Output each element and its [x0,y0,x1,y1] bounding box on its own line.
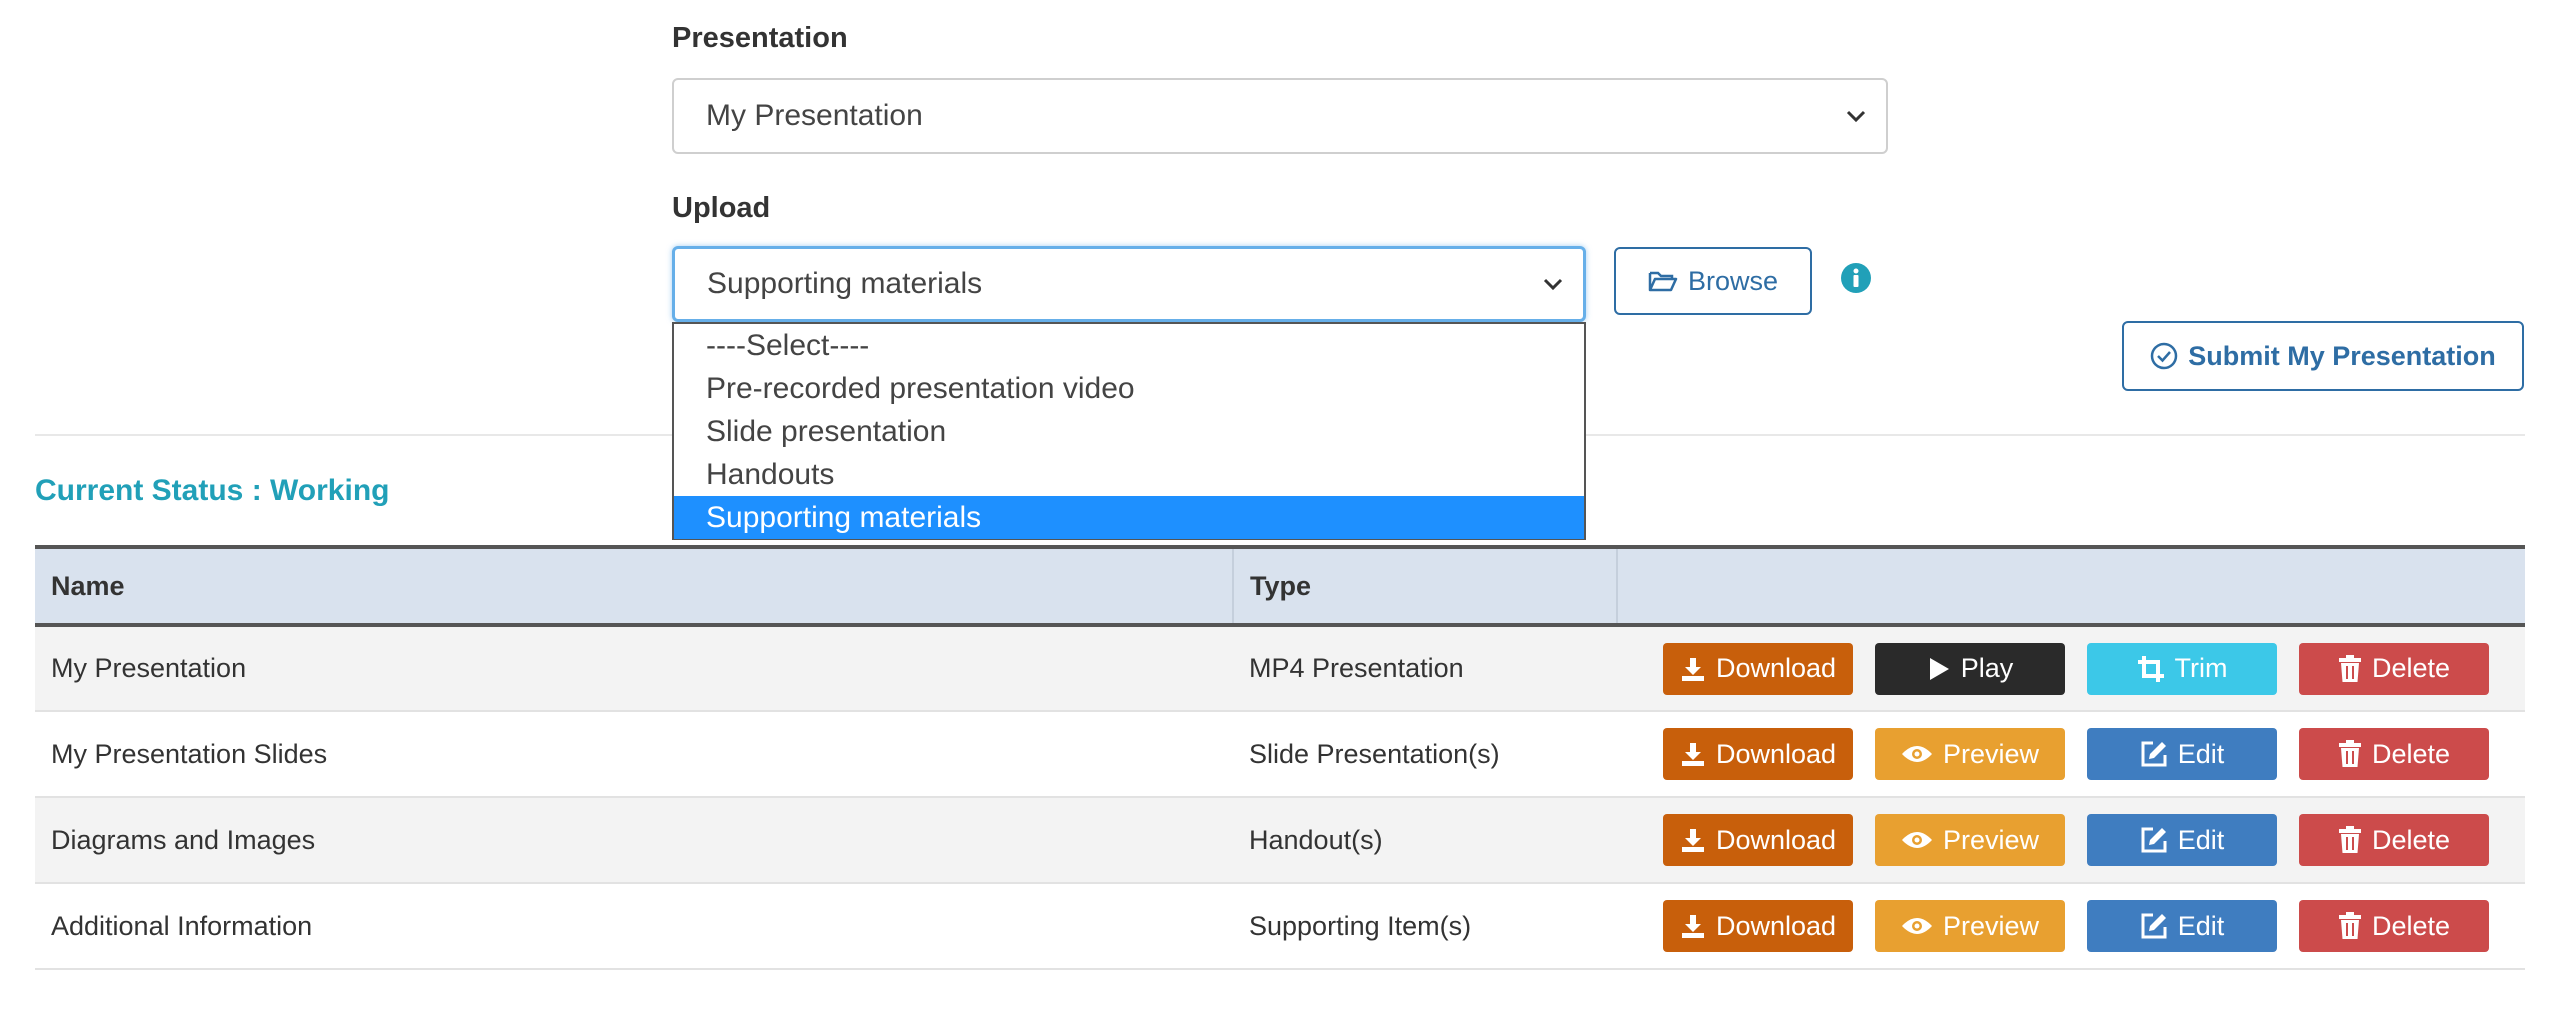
column-header-type: Type [1232,545,1617,627]
chevron-down-icon [1846,110,1866,123]
check-circle-icon [2150,342,2178,370]
download-icon [1681,657,1704,681]
row-actions: Download Play Trim Delete [1617,625,2525,711]
presentation-select-value: My Presentation [706,99,923,132]
download-label: Download [1715,824,1837,855]
download-button[interactable]: Download [1663,728,1853,780]
delete-button[interactable]: Delete [2299,814,2489,866]
file-type: Slide Presentation(s) [1249,738,1500,769]
preview-button[interactable]: Preview [1875,814,2065,866]
edit-button[interactable]: Edit [2087,814,2277,866]
upload-select[interactable]: Supporting materials [672,246,1586,322]
edit-label: Edit [2177,738,2225,769]
preview-label: Preview [1942,910,2040,941]
edit-button[interactable]: Edit [2087,900,2277,952]
preview-button[interactable]: Preview [1875,728,2065,780]
dropdown-option[interactable]: Pre-recorded presentation video [674,367,1584,410]
trash-icon [2338,654,2361,682]
download-button[interactable]: Download [1663,814,1853,866]
submit-label: Submit My Presentation [2188,340,2496,371]
upload-select-value: Supporting materials [707,267,983,300]
delete-button[interactable]: Delete [2299,728,2489,780]
preview-label: Preview [1942,738,2040,769]
folder-open-icon [1648,271,1678,292]
delete-label: Delete [2371,653,2451,683]
chevron-down-icon [1543,278,1563,291]
preview-button[interactable]: Preview [1875,900,2065,952]
crop-icon [2137,655,2164,682]
download-button[interactable]: Download [1663,642,1853,695]
preview-label: Preview [1942,824,2040,855]
trash-icon [2338,826,2361,853]
dropdown-option-selected[interactable]: Supporting materials [674,496,1584,539]
upload-label: Upload [672,192,771,224]
edit-label: Edit [2177,910,2225,941]
table-row: My Presentation MP4 Presentation Downloa… [35,625,2525,711]
edit-icon [2141,741,2167,767]
file-type: Supporting Item(s) [1249,910,1472,941]
file-name: Diagrams and Images [51,824,316,855]
delete-label: Delete [2371,910,2451,941]
table-row: Diagrams and Images Handout(s) Download … [35,797,2525,883]
submit-presentation-button[interactable]: Submit My Presentation [2122,321,2524,391]
download-icon [1681,829,1704,852]
delete-button[interactable]: Delete [2299,642,2489,695]
dropdown-option[interactable]: ----Select---- [674,324,1584,367]
column-header-name: Name [35,545,1233,627]
download-label: Download [1715,738,1837,769]
current-status: Current Status : Working [35,474,390,507]
row-actions: Download Preview Edit Delete [1617,711,2525,797]
upload-dropdown-list: ----Select---- Pre-recorded presentation… [672,322,1586,540]
browse-label: Browse [1687,265,1779,296]
eye-icon [1901,746,1932,762]
file-type: Handout(s) [1249,824,1383,855]
dropdown-option[interactable]: Handouts [674,453,1584,496]
download-icon [1681,743,1704,766]
presentation-select[interactable]: My Presentation [672,78,1888,154]
trash-icon [2338,912,2361,939]
edit-icon [2141,827,2167,853]
dropdown-option[interactable]: Slide presentation [674,410,1584,453]
table-row: Additional Information Supporting Item(s… [35,883,2525,969]
play-button[interactable]: Play [1875,642,2065,695]
edit-label: Edit [2177,824,2225,855]
file-name: Additional Information [51,910,313,941]
trash-icon [2338,740,2361,767]
edit-button[interactable]: Edit [2087,728,2277,780]
file-type: MP4 Presentation [1249,653,1464,683]
download-label: Download [1715,653,1837,683]
eye-icon [1901,918,1932,934]
delete-label: Delete [2371,738,2451,769]
trim-label: Trim [2174,653,2228,683]
file-name: My Presentation [51,653,247,683]
files-table-wrapper: Name Type My Presentation MP4 Presentati… [35,545,2525,970]
column-header-actions [1616,545,2525,627]
browse-button[interactable]: Browse [1614,247,1812,315]
delete-label: Delete [2371,824,2451,855]
row-actions: Download Preview Edit Delete [1617,797,2525,883]
download-button[interactable]: Download [1663,900,1853,952]
table-row: My Presentation Slides Slide Presentatio… [35,711,2525,797]
info-icon[interactable] [1840,262,1872,294]
trim-button[interactable]: Trim [2087,642,2277,695]
play-label: Play [1960,653,2014,683]
presentation-label: Presentation [672,22,848,54]
download-icon [1681,915,1704,938]
files-table: Name Type My Presentation MP4 Presentati… [35,545,2525,970]
file-name: My Presentation Slides [51,738,328,769]
download-label: Download [1715,910,1837,941]
play-icon [1929,657,1949,680]
edit-icon [2141,913,2167,939]
eye-icon [1901,832,1932,848]
delete-button[interactable]: Delete [2299,900,2489,952]
table-header-row: Name Type [35,545,2525,627]
row-actions: Download Preview Edit Delete [1617,883,2525,969]
